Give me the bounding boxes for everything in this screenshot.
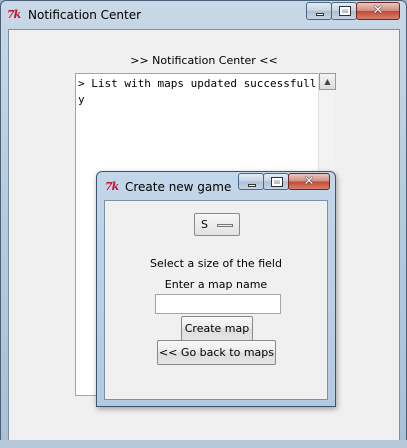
back-to-maps-button[interactable]: << Go back to maps	[157, 340, 276, 365]
dialog-titlebar[interactable]: 7k Create new game ✕	[97, 172, 335, 200]
main-window-title: Notification Center	[28, 8, 142, 22]
create-map-button[interactable]: Create map	[181, 316, 253, 341]
main-minimize-button[interactable]	[306, 2, 332, 20]
notification-center-label: >> Notification Center <<	[130, 54, 278, 67]
dialog-minimize-button[interactable]	[238, 173, 264, 190]
main-maximize-button[interactable]	[331, 2, 357, 20]
dialog-client-area: S Select a size of the field Enter a map…	[104, 200, 328, 400]
option-indicator-icon	[217, 224, 233, 227]
tk-app-icon: 7k	[7, 8, 21, 21]
main-caption-buttons: ✕	[306, 2, 400, 21]
map-name-label: Enter a map name	[164, 278, 268, 291]
scroll-up-arrow-icon[interactable]: ▲	[319, 73, 336, 90]
desktop-strip	[0, 440, 407, 448]
tk-app-icon: 7k	[105, 180, 119, 193]
main-close-button[interactable]: ✕	[356, 2, 400, 20]
minimize-icon	[316, 13, 324, 16]
dialog-title: Create new game	[125, 180, 232, 194]
dialog-maximize-button[interactable]	[263, 173, 289, 190]
dialog-close-button[interactable]: ✕	[288, 173, 330, 190]
size-option-value: S	[201, 218, 208, 231]
maximize-icon	[271, 177, 283, 187]
size-option-menu[interactable]: S	[194, 213, 240, 236]
notification-log-text: > List with maps updated successfully	[78, 77, 317, 106]
maximize-icon	[339, 6, 351, 16]
close-icon: ✕	[303, 174, 315, 189]
dialog-caption-buttons: ✕	[238, 173, 330, 192]
main-titlebar[interactable]: 7k Notification Center ✕	[1, 1, 406, 29]
size-label: Select a size of the field	[150, 257, 282, 270]
minimize-icon	[248, 184, 256, 187]
map-name-input[interactable]	[155, 294, 281, 314]
create-game-dialog: 7k Create new game ✕ S Select a size of …	[96, 171, 336, 407]
close-icon: ✕	[372, 3, 384, 18]
